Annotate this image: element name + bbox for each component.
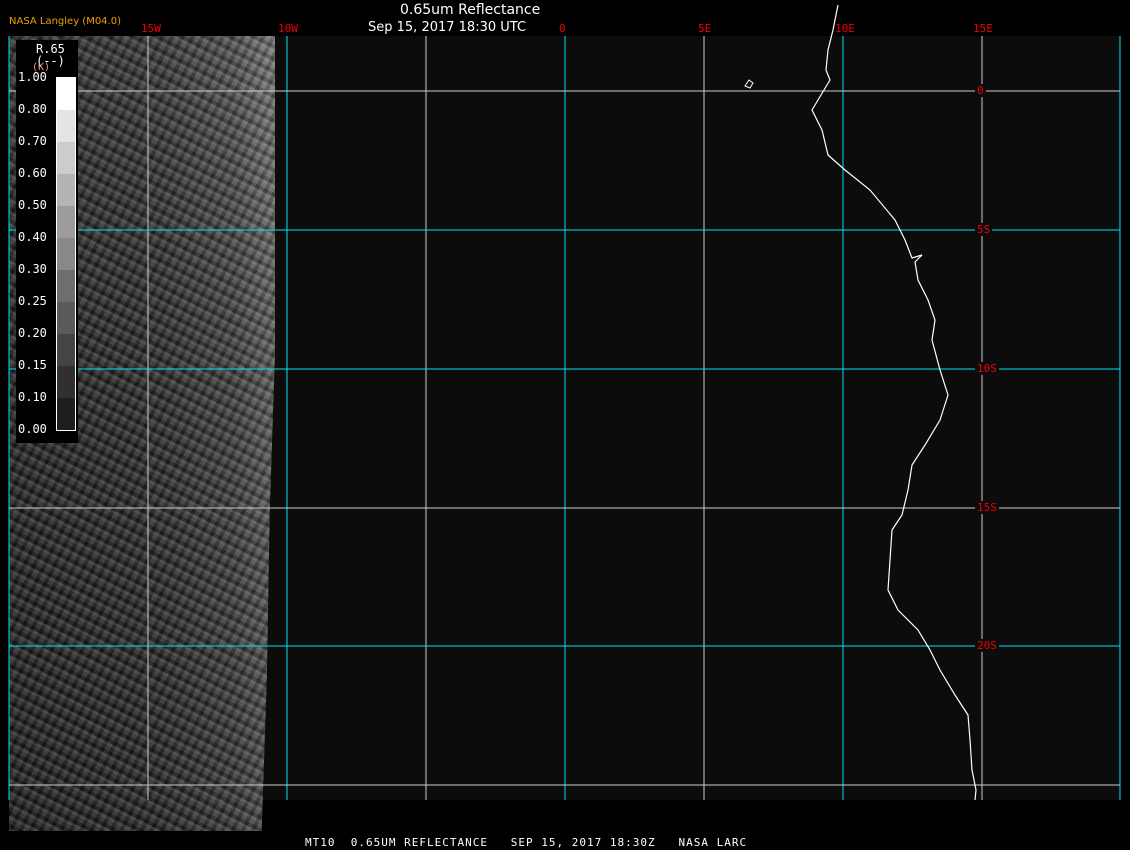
legend-swatch xyxy=(57,398,75,430)
legend-swatch xyxy=(57,206,75,238)
legend-swatch xyxy=(57,366,75,398)
lat-label: 0 xyxy=(975,84,986,97)
graticule xyxy=(8,36,1121,800)
legend-swatch xyxy=(57,174,75,206)
color-legend: R.65 (--) (K) 1.00 0.80 0.70 0.60 0.50 0.40 0.… xyxy=(16,40,78,443)
island-outline xyxy=(744,79,754,89)
legend-swatch xyxy=(57,334,75,366)
lat-label: 15S xyxy=(975,501,999,514)
image-datetime: Sep 15, 2017 18:30 UTC xyxy=(368,20,527,35)
legend-tick-label: 0.00 xyxy=(18,422,47,436)
lat-label: 5S xyxy=(975,223,993,236)
legend-colorbar xyxy=(56,77,76,431)
legend-swatch xyxy=(57,78,75,110)
footer-caption: MT10 0.65UM REFLECTANCE SEP 15, 2017 18:… xyxy=(305,836,748,849)
legend-tick-label: 0.50 xyxy=(18,198,47,212)
image-title: 0.65um Reflectance xyxy=(400,2,541,18)
map-overlay xyxy=(8,4,1121,801)
lat-label: 20S xyxy=(975,639,999,652)
lon-label: 15E xyxy=(973,22,993,35)
lon-label: 10E xyxy=(835,22,855,35)
lon-label: 15W xyxy=(141,22,161,35)
legend-tick-label: 0.20 xyxy=(18,326,47,340)
legend-swatch xyxy=(57,270,75,302)
legend-tick-label: 0.10 xyxy=(18,390,47,404)
satellite-map-view: NASA Langley (M04.0) 0.65um Reflectance … xyxy=(0,0,1130,850)
legend-swatch xyxy=(57,110,75,142)
legend-tick-label: 0.60 xyxy=(18,166,47,180)
legend-tick-label: 1.00 xyxy=(18,70,47,84)
legend-swatch xyxy=(57,142,75,174)
lon-label: 0 xyxy=(559,22,566,35)
legend-tick-label: 0.30 xyxy=(18,262,47,276)
lat-label: 10S xyxy=(975,362,999,375)
coastline xyxy=(811,4,977,801)
legend-tick-label: 0.40 xyxy=(18,230,47,244)
legend-tick-label: 0.80 xyxy=(18,102,47,116)
legend-tick-label: 0.70 xyxy=(18,134,47,148)
legend-tick-label: 0.15 xyxy=(18,358,47,372)
lon-label: 5E xyxy=(698,22,712,35)
lon-label: 10W xyxy=(278,22,298,35)
legend-swatch xyxy=(57,302,75,334)
legend-tick-label: 0.25 xyxy=(18,294,47,308)
legend-swatch xyxy=(57,238,75,270)
agency-label: NASA Langley (M04.0) xyxy=(9,16,121,27)
